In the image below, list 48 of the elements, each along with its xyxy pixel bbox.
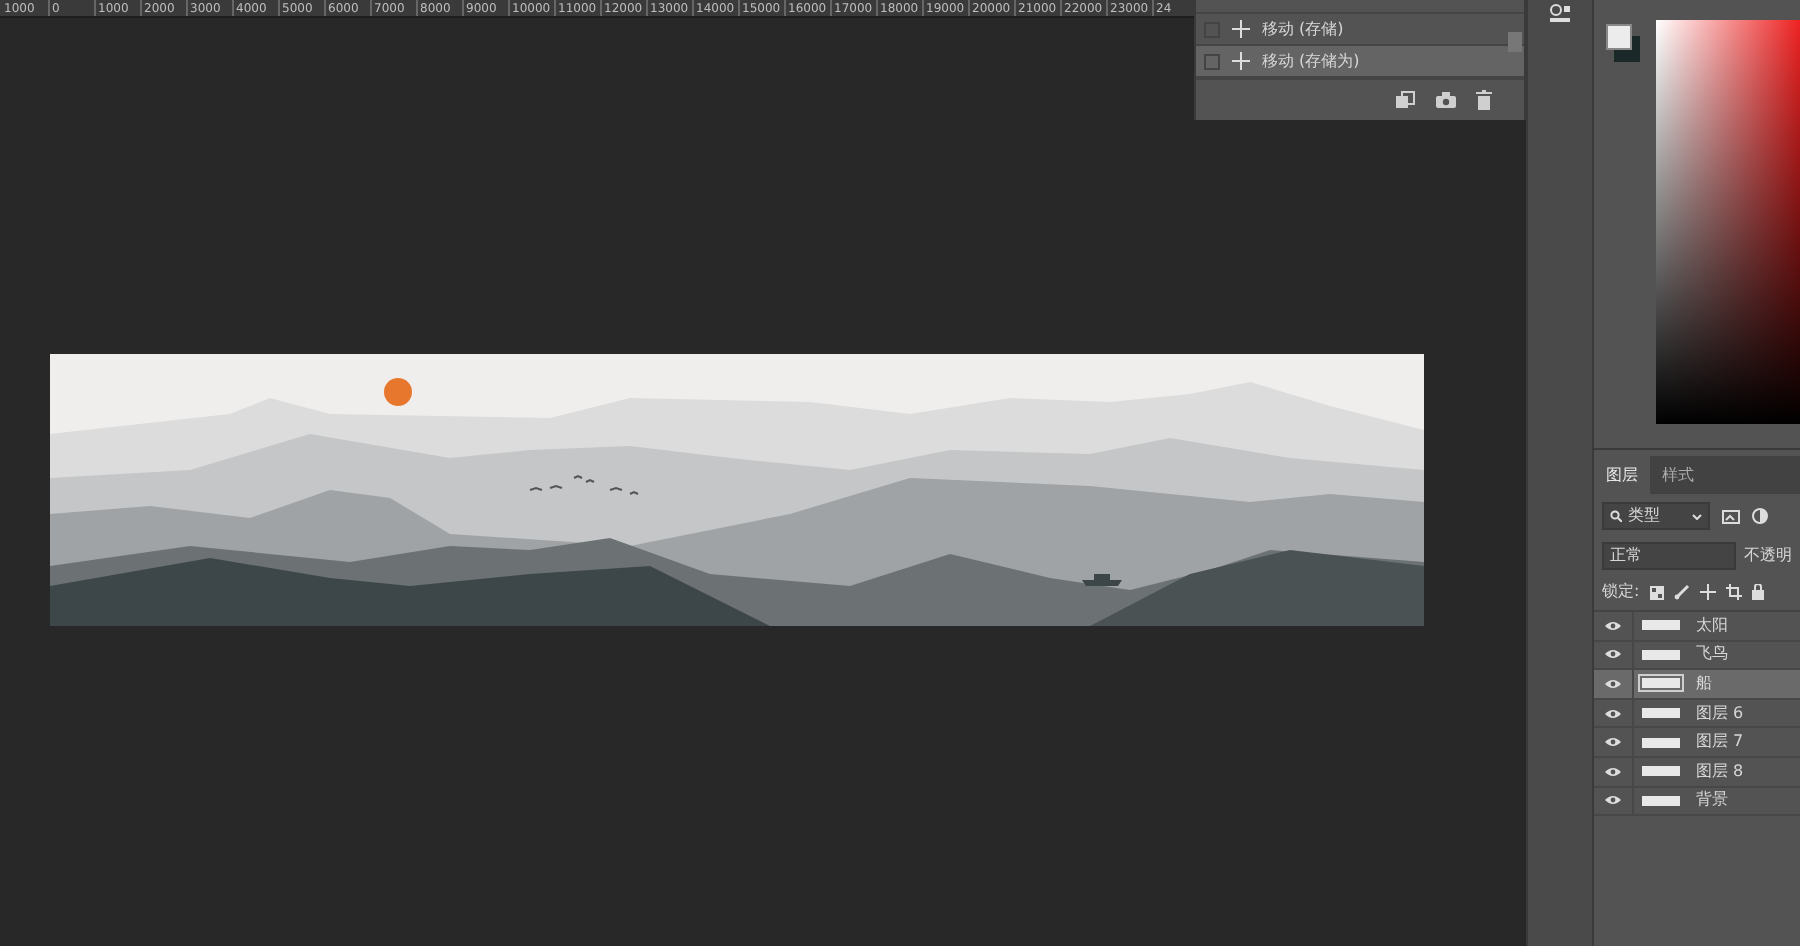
layer-row[interactable]: 飞鸟: [1594, 641, 1800, 671]
image-filter-icon[interactable]: [1722, 509, 1740, 523]
chevron-icon: [1692, 513, 1702, 519]
eye-icon[interactable]: [1604, 794, 1622, 807]
history-item[interactable]: 移动 (存储): [1196, 14, 1524, 46]
eye-icon[interactable]: [1604, 707, 1622, 720]
scrollbar[interactable]: [1508, 32, 1522, 52]
move-icon[interactable]: [1699, 584, 1716, 600]
filter-dropdown[interactable]: 类型: [1602, 502, 1710, 530]
trash-icon[interactable]: [1476, 90, 1492, 110]
brush-icon[interactable]: [1673, 584, 1690, 600]
layer-thumbnail: [1642, 737, 1680, 748]
layer-thumbnail: [1642, 708, 1680, 719]
panel-tab[interactable]: 样式: [1650, 456, 1706, 494]
eye-icon[interactable]: [1604, 648, 1622, 661]
color-picker-field[interactable]: [1656, 20, 1800, 424]
opacity-label: 不透明: [1744, 544, 1792, 568]
layer-row[interactable]: 船: [1594, 670, 1800, 700]
eye-icon[interactable]: [1604, 619, 1622, 632]
lock-icon[interactable]: [1751, 584, 1764, 600]
blend-mode-dropdown[interactable]: 正常: [1602, 542, 1736, 570]
eye-icon[interactable]: [1604, 765, 1622, 778]
adjustment-filter-icon[interactable]: [1752, 508, 1768, 524]
layer-row[interactable]: 图层 8: [1594, 757, 1800, 788]
layer-thumbnail: [1642, 766, 1680, 777]
layer-thumbnail: [1642, 678, 1680, 689]
layer-row[interactable]: 背景: [1594, 787, 1800, 817]
eye-icon[interactable]: [1604, 736, 1622, 749]
eye-icon[interactable]: [1604, 677, 1622, 690]
layer-row[interactable]: 图层 6: [1594, 699, 1800, 729]
foreground-color-swatch[interactable]: [1606, 24, 1632, 50]
properties-icon[interactable]: [1548, 4, 1572, 24]
camera-icon[interactable]: [1436, 92, 1456, 108]
layer-thumbnail: [1642, 649, 1680, 660]
new-document-icon[interactable]: [1394, 90, 1416, 110]
crop-icon[interactable]: [1725, 584, 1742, 600]
layer-thumbnail: [1642, 795, 1680, 806]
history-item[interactable]: 移动 (存储为): [1196, 46, 1524, 78]
layer-row[interactable]: 图层 7: [1594, 728, 1800, 758]
layer-row[interactable]: 太阳: [1594, 612, 1800, 642]
panel-tab[interactable]: 图层: [1594, 456, 1650, 494]
layer-thumbnail: [1642, 620, 1680, 631]
lock-label: 锁定:: [1602, 580, 1640, 604]
checkerboard-icon[interactable]: [1649, 585, 1664, 599]
move-icon: [1232, 20, 1250, 38]
background-color-swatch[interactable]: [1632, 36, 1640, 62]
search-icon: [1610, 510, 1622, 522]
move-icon: [1232, 52, 1250, 70]
